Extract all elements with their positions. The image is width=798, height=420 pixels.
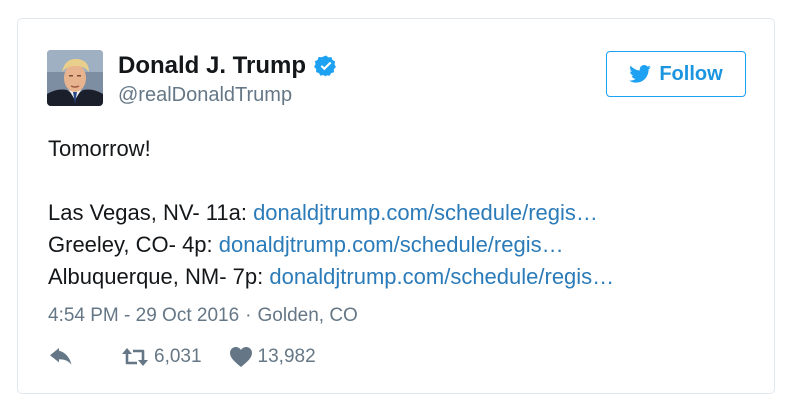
verified-badge-icon (314, 54, 338, 78)
like-count: 13,982 (257, 346, 316, 367)
schedule-link[interactable]: donaldjtrump.com/schedule/regis… (269, 264, 614, 289)
retweet-count: 6,031 (154, 346, 202, 367)
reply-button[interactable] (50, 347, 74, 367)
schedule-link[interactable]: donaldjtrump.com/schedule/regis… (219, 232, 564, 257)
retweet-button[interactable]: 6,031 (122, 346, 202, 368)
follow-label: Follow (659, 62, 723, 85)
meta-separator: · (245, 305, 252, 326)
tweet-card: Donald J. Trump @realDonaldTrump Follow … (17, 18, 775, 394)
stop-prefix: Albuquerque, NM- 7p: (48, 264, 270, 289)
tweet-actions: 6,031 13,982 (50, 346, 316, 368)
heart-icon (229, 347, 252, 367)
reply-icon (50, 347, 74, 367)
stop-prefix: Greeley, CO- 4p: (48, 232, 219, 257)
location[interactable]: Golden, CO (258, 305, 358, 326)
like-button[interactable]: 13,982 (229, 346, 316, 368)
author-handle[interactable]: @realDonaldTrump (118, 83, 292, 107)
tweet-intro: Tomorrow! (48, 136, 151, 161)
tweet-stop: Greeley, CO- 4p: donaldjtrump.com/schedu… (48, 229, 748, 261)
avatar-image (47, 50, 103, 106)
stop-prefix: Las Vegas, NV- 11a: (48, 200, 254, 225)
tweet-meta: 4:54 PM - 29 Oct 2016 · Golden, CO (48, 304, 358, 328)
tweet-text: Tomorrow! Las Vegas, NV- 11a: donaldjtru… (48, 133, 748, 293)
follow-button[interactable]: Follow (606, 51, 746, 97)
schedule-link[interactable]: donaldjtrump.com/schedule/regis… (253, 200, 598, 225)
tweet-stop: Las Vegas, NV- 11a: donaldjtrump.com/sch… (48, 197, 748, 229)
retweet-icon (122, 347, 148, 367)
author-name[interactable]: Donald J. Trump (118, 52, 306, 80)
author-row: Donald J. Trump (118, 52, 338, 80)
avatar[interactable] (47, 50, 103, 106)
timestamp[interactable]: 4:54 PM - 29 Oct 2016 (48, 305, 239, 326)
tweet-stop: Albuquerque, NM- 7p: donaldjtrump.com/sc… (48, 261, 748, 293)
twitter-bird-icon (629, 65, 652, 83)
